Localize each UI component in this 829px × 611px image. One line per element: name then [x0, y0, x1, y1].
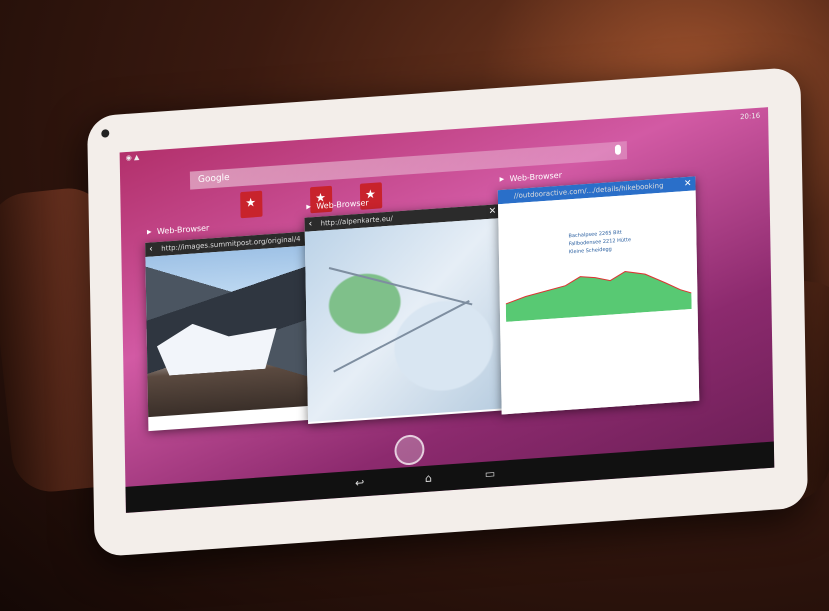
recents-icon[interactable]: ▭ [485, 467, 496, 481]
recent-app-card[interactable]: Web-Browser ‹ http://alpenkarte.eu/ ✕ [304, 198, 504, 424]
snowfield [157, 318, 278, 376]
app-shortcut-icon[interactable] [240, 190, 263, 219]
clock: 20:16 [739, 111, 761, 122]
back-icon[interactable]: ‹ [149, 242, 153, 256]
elevation-profile: Bachalpsee 2265 Bitt Fallbodensee 2212 H… [498, 190, 700, 415]
notification-icon: ◉ ▲ [125, 153, 140, 163]
recent-app-card[interactable]: Web-Browser //outdooractive.com/.../deta… [497, 171, 700, 415]
back-icon[interactable]: ‹ [309, 217, 313, 231]
back-icon[interactable]: ↩ [355, 476, 364, 490]
home-icon[interactable]: ⌂ [425, 471, 432, 485]
tablet-device: ◉ ▲ 20:16 Google Web-Browser ‹ http://im… [87, 66, 808, 558]
close-icon[interactable]: ✕ [489, 204, 497, 219]
elevation-chart [505, 270, 692, 322]
microphone-icon[interactable] [614, 144, 622, 155]
tablet-screen: ◉ ▲ 20:16 Google Web-Browser ‹ http://im… [119, 107, 775, 513]
app-drawer-button[interactable] [394, 433, 425, 467]
google-label: Google [197, 172, 230, 186]
map-route [328, 267, 473, 306]
navigation-bar: ↩ ⌂ ▭ [125, 441, 775, 513]
map-route [333, 300, 470, 373]
camera-icon [101, 129, 110, 138]
close-icon[interactable]: ✕ [684, 177, 692, 192]
topographic-map [304, 218, 504, 422]
